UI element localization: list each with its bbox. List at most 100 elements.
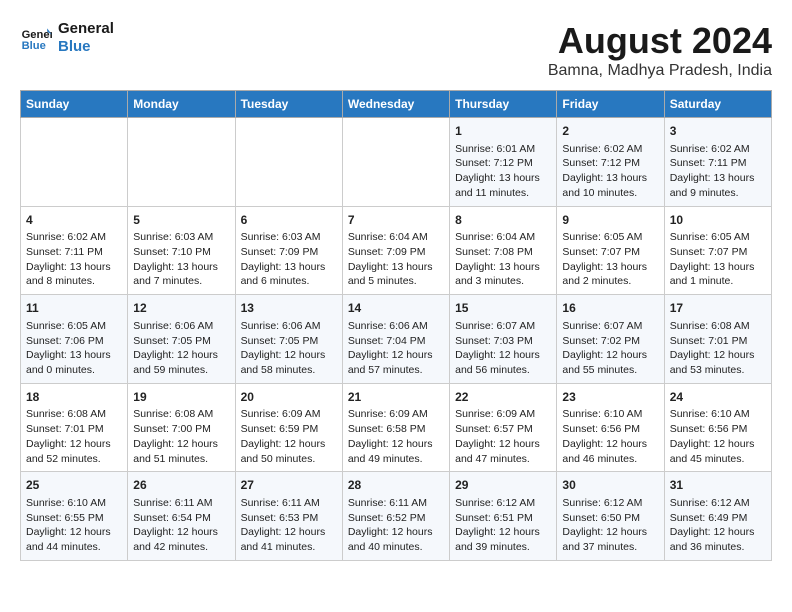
calendar-day-header: Saturday	[664, 91, 771, 118]
calendar-day-header: Friday	[557, 91, 664, 118]
cell-content-line: Sunrise: 6:10 AM	[670, 407, 766, 422]
calendar-cell: 24Sunrise: 6:10 AMSunset: 6:56 PMDayligh…	[664, 383, 771, 472]
cell-content-line: Sunrise: 6:07 AM	[455, 319, 551, 334]
cell-content-line: Sunset: 7:02 PM	[562, 334, 658, 349]
cell-content-line: Sunset: 6:52 PM	[348, 511, 444, 526]
cell-content-line: Daylight: 12 hours	[241, 437, 337, 452]
calendar-cell: 23Sunrise: 6:10 AMSunset: 6:56 PMDayligh…	[557, 383, 664, 472]
calendar-cell	[235, 118, 342, 207]
cell-content-line: Sunset: 7:08 PM	[455, 245, 551, 260]
calendar-day-header: Thursday	[450, 91, 557, 118]
cell-content-line: Daylight: 13 hours	[241, 260, 337, 275]
day-number: 27	[241, 477, 337, 494]
title-block: August 2024 Bamna, Madhya Pradesh, India	[548, 20, 772, 80]
cell-content-line: Daylight: 13 hours	[562, 171, 658, 186]
day-number: 23	[562, 389, 658, 406]
cell-content-line: and 1 minute.	[670, 274, 766, 289]
cell-content-line: and 11 minutes.	[455, 186, 551, 201]
cell-content-line: Daylight: 13 hours	[133, 260, 229, 275]
calendar-cell: 28Sunrise: 6:11 AMSunset: 6:52 PMDayligh…	[342, 472, 449, 561]
cell-content-line: Sunrise: 6:02 AM	[562, 142, 658, 157]
cell-content-line: Sunset: 7:07 PM	[670, 245, 766, 260]
cell-content-line: Daylight: 13 hours	[670, 171, 766, 186]
cell-content-line: Daylight: 13 hours	[562, 260, 658, 275]
cell-content-line: Sunset: 6:57 PM	[455, 422, 551, 437]
cell-content-line: Daylight: 12 hours	[348, 437, 444, 452]
cell-content-line: and 3 minutes.	[455, 274, 551, 289]
calendar-cell: 4Sunrise: 6:02 AMSunset: 7:11 PMDaylight…	[21, 206, 128, 295]
day-number: 2	[562, 123, 658, 140]
cell-content-line: Sunrise: 6:05 AM	[670, 230, 766, 245]
calendar-cell: 22Sunrise: 6:09 AMSunset: 6:57 PMDayligh…	[450, 383, 557, 472]
cell-content-line: and 52 minutes.	[26, 452, 122, 467]
cell-content-line: and 51 minutes.	[133, 452, 229, 467]
cell-content-line: Sunset: 6:56 PM	[670, 422, 766, 437]
calendar-day-header: Sunday	[21, 91, 128, 118]
cell-content-line: and 53 minutes.	[670, 363, 766, 378]
cell-content-line: Daylight: 12 hours	[670, 437, 766, 452]
calendar-cell: 12Sunrise: 6:06 AMSunset: 7:05 PMDayligh…	[128, 295, 235, 384]
cell-content-line: Sunrise: 6:08 AM	[670, 319, 766, 334]
cell-content-line: Sunset: 7:05 PM	[241, 334, 337, 349]
day-number: 6	[241, 212, 337, 229]
cell-content-line: Sunrise: 6:06 AM	[241, 319, 337, 334]
cell-content-line: Sunset: 7:05 PM	[133, 334, 229, 349]
cell-content-line: Sunrise: 6:03 AM	[241, 230, 337, 245]
cell-content-line: Sunrise: 6:11 AM	[348, 496, 444, 511]
day-number: 29	[455, 477, 551, 494]
cell-content-line: Sunrise: 6:09 AM	[348, 407, 444, 422]
cell-content-line: Sunrise: 6:02 AM	[26, 230, 122, 245]
calendar-table: SundayMondayTuesdayWednesdayThursdayFrid…	[20, 90, 772, 561]
cell-content-line: Daylight: 12 hours	[133, 525, 229, 540]
cell-content-line: and 7 minutes.	[133, 274, 229, 289]
cell-content-line: Daylight: 12 hours	[455, 437, 551, 452]
calendar-cell: 27Sunrise: 6:11 AMSunset: 6:53 PMDayligh…	[235, 472, 342, 561]
cell-content-line: Sunset: 7:09 PM	[241, 245, 337, 260]
cell-content-line: and 0 minutes.	[26, 363, 122, 378]
cell-content-line: Sunset: 6:51 PM	[455, 511, 551, 526]
cell-content-line: Sunrise: 6:07 AM	[562, 319, 658, 334]
calendar-cell: 16Sunrise: 6:07 AMSunset: 7:02 PMDayligh…	[557, 295, 664, 384]
cell-content-line: and 8 minutes.	[26, 274, 122, 289]
day-number: 19	[133, 389, 229, 406]
calendar-cell: 10Sunrise: 6:05 AMSunset: 7:07 PMDayligh…	[664, 206, 771, 295]
cell-content-line: and 36 minutes.	[670, 540, 766, 555]
calendar-body: 1Sunrise: 6:01 AMSunset: 7:12 PMDaylight…	[21, 118, 772, 561]
calendar-cell	[342, 118, 449, 207]
day-number: 8	[455, 212, 551, 229]
cell-content-line: Sunrise: 6:05 AM	[562, 230, 658, 245]
cell-content-line: Sunrise: 6:12 AM	[455, 496, 551, 511]
cell-content-line: and 57 minutes.	[348, 363, 444, 378]
cell-content-line: Sunrise: 6:12 AM	[670, 496, 766, 511]
cell-content-line: Sunrise: 6:06 AM	[348, 319, 444, 334]
cell-content-line: and 41 minutes.	[241, 540, 337, 555]
day-number: 13	[241, 300, 337, 317]
cell-content-line: and 58 minutes.	[241, 363, 337, 378]
day-number: 28	[348, 477, 444, 494]
day-number: 22	[455, 389, 551, 406]
cell-content-line: Sunset: 7:10 PM	[133, 245, 229, 260]
cell-content-line: Sunrise: 6:01 AM	[455, 142, 551, 157]
main-title: August 2024	[548, 20, 772, 62]
cell-content-line: Sunrise: 6:10 AM	[26, 496, 122, 511]
cell-content-line: Daylight: 12 hours	[455, 348, 551, 363]
logo-icon: General Blue	[20, 22, 52, 54]
cell-content-line: Sunset: 7:01 PM	[670, 334, 766, 349]
cell-content-line: Daylight: 12 hours	[670, 525, 766, 540]
calendar-cell: 21Sunrise: 6:09 AMSunset: 6:58 PMDayligh…	[342, 383, 449, 472]
cell-content-line: and 47 minutes.	[455, 452, 551, 467]
day-number: 12	[133, 300, 229, 317]
cell-content-line: Sunset: 7:04 PM	[348, 334, 444, 349]
cell-content-line: Daylight: 13 hours	[455, 260, 551, 275]
calendar-cell: 5Sunrise: 6:03 AMSunset: 7:10 PMDaylight…	[128, 206, 235, 295]
day-number: 21	[348, 389, 444, 406]
cell-content-line: Daylight: 12 hours	[241, 525, 337, 540]
cell-content-line: and 5 minutes.	[348, 274, 444, 289]
calendar-cell: 31Sunrise: 6:12 AMSunset: 6:49 PMDayligh…	[664, 472, 771, 561]
cell-content-line: Sunset: 6:59 PM	[241, 422, 337, 437]
cell-content-line: Sunrise: 6:02 AM	[670, 142, 766, 157]
cell-content-line: Sunset: 7:11 PM	[670, 156, 766, 171]
cell-content-line: Daylight: 13 hours	[348, 260, 444, 275]
cell-content-line: Daylight: 13 hours	[670, 260, 766, 275]
cell-content-line: Sunset: 7:06 PM	[26, 334, 122, 349]
